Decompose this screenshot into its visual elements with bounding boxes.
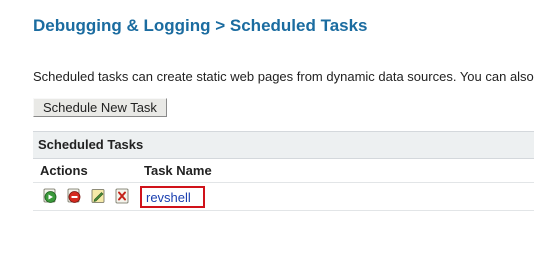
column-header-actions: Actions <box>40 163 88 178</box>
page-description: Scheduled tasks can create static web pa… <box>33 69 534 84</box>
scheduled-tasks-panel: Scheduled Tasks Actions Task Name revshe… <box>33 131 534 211</box>
schedule-new-task-button[interactable]: Schedule New Task <box>33 98 167 117</box>
task-name-link[interactable]: revshell <box>146 190 191 205</box>
page: Debugging & Logging > Scheduled Tasks Sc… <box>0 0 534 259</box>
task-name-cell: revshell <box>140 186 205 208</box>
delete-icon[interactable] <box>66 188 82 204</box>
page-title: Debugging & Logging > Scheduled Tasks <box>33 16 368 35</box>
panel-header: Scheduled Tasks <box>33 132 534 159</box>
run-icon[interactable] <box>42 188 58 204</box>
table-header: Actions Task Name <box>33 159 534 183</box>
column-header-task-name: Task Name <box>144 163 212 178</box>
row-actions <box>42 188 130 204</box>
edit-icon[interactable] <box>90 188 106 204</box>
log-icon[interactable] <box>114 188 130 204</box>
table-row: revshell <box>33 183 534 211</box>
